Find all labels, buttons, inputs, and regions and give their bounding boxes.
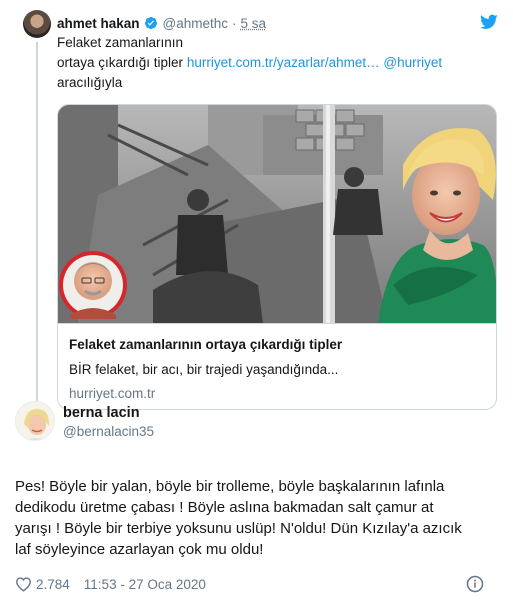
parent-tweet-text: Felaket zamanlarının ortaya çıkardığı ti…: [57, 33, 477, 93]
main-tweet-text: Pes! Böyle bir yalan, böyle bir trolleme…: [15, 476, 505, 560]
main-tweet-footer: 2.784 11:53 - 27 Oca 2020: [15, 573, 500, 595]
parent-text-line-3: aracılığıyla: [57, 75, 123, 90]
card-thumbnail-image[interactable]: [58, 105, 496, 323]
main-text-line-3: yarışı ! Böyle bir terbiye yoksunu uslüp…: [15, 520, 462, 537]
card-domain: hurriyet.com.tr: [69, 386, 156, 401]
info-icon[interactable]: [466, 575, 484, 593]
article-link[interactable]: hurriyet.com.tr/yazarlar/ahmet…: [187, 55, 380, 70]
avatar-portrait: [16, 402, 54, 440]
parent-text-line-2: ortaya çıkardığı tipler hurriyet.com.tr/…: [57, 53, 477, 73]
twitter-bird-icon[interactable]: [480, 14, 498, 30]
header-separator: ·: [232, 15, 237, 31]
parent-text-line-1: Felaket zamanlarının: [57, 35, 184, 50]
parent-tweet[interactable]: ahmet hakan @ahmethc · 5 sa Felaket zama…: [0, 0, 513, 410]
link-preview-card[interactable]: Felaket zamanlarının ortaya çıkardığı ti…: [57, 104, 497, 410]
card-photo-illustration: [58, 105, 496, 323]
heart-icon[interactable]: [15, 576, 32, 592]
mention-hurriyet[interactable]: @hurriyet: [383, 55, 442, 70]
card-body[interactable]: Felaket zamanlarının ortaya çıkardığı ti…: [58, 323, 496, 409]
parent-text-prefix: ortaya çıkardığı tipler: [57, 55, 187, 70]
parent-tweet-header: ahmet hakan @ahmethc · 5 sa: [57, 14, 266, 32]
main-author-handle[interactable]: @bernalacin35: [63, 424, 154, 439]
main-author-avatar[interactable]: [15, 401, 55, 441]
card-description: BİR felaket, bir acı, bir trajedi yaşand…: [69, 362, 339, 377]
tweet-timestamp[interactable]: 11:53 - 27 Oca 2020: [84, 577, 206, 592]
main-text-line-4: laf söyleyince azarlayan çok mu oldu!: [15, 541, 264, 558]
card-title: Felaket zamanlarının ortaya çıkardığı ti…: [69, 337, 343, 352]
main-author-name[interactable]: berna lacin: [63, 405, 140, 421]
parent-author-avatar[interactable]: [23, 10, 51, 38]
parent-tweet-time[interactable]: 5 sa: [241, 16, 267, 31]
main-text-line-2: dedikodu üretme çabası ! Böyle aslına ba…: [15, 499, 434, 516]
verified-badge-icon: [144, 16, 157, 30]
thread-connector-line: [36, 42, 38, 402]
parent-author-handle[interactable]: @ahmethc: [163, 16, 228, 31]
like-count[interactable]: 2.784: [36, 577, 70, 592]
main-text-line-1: Pes! Böyle bir yalan, böyle bir trolleme…: [15, 478, 445, 495]
parent-author-name[interactable]: ahmet hakan: [57, 16, 140, 31]
